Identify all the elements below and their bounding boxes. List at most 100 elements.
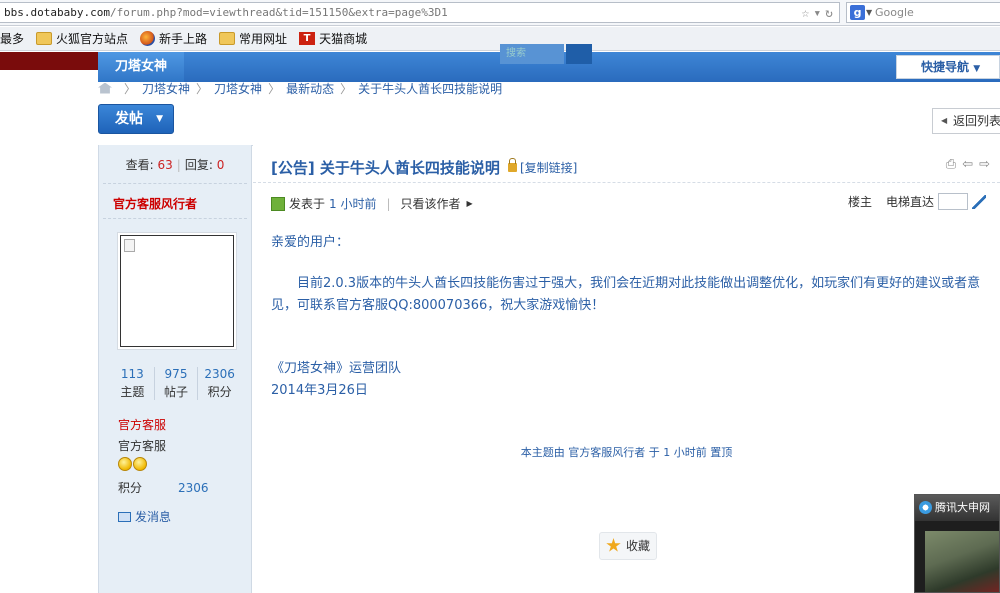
chevron-down-icon: ▼ <box>156 114 163 124</box>
star-icon[interactable]: ☆ <box>802 4 810 22</box>
breadcrumb-separator: 〉 <box>268 81 281 96</box>
author-counts: 113 主题 975 帖子 2306 积分 <box>111 367 241 400</box>
broken-image-icon <box>124 239 135 252</box>
floor-bar: 楼主 电梯直达 <box>848 193 986 210</box>
bookmark-label: 新手上路 <box>159 32 208 46</box>
count-value: 113 <box>120 367 144 381</box>
user-title[interactable]: 官方客服 <box>118 416 166 433</box>
author-sidebar: 查看: 63 | 回复: 0 官方客服风行者 113 主题 975 帖子 2306 积分 … <box>98 145 252 593</box>
header-red-band <box>0 52 98 70</box>
bookmark-label: 火狐官方站点 <box>56 32 129 46</box>
home-icon[interactable] <box>98 82 112 94</box>
points-row: 积分 2306 <box>118 479 209 496</box>
author-name[interactable]: 官方客服风行者 <box>113 195 197 212</box>
popup-header: 腾讯大申网 <box>915 495 999 521</box>
jump-icon[interactable] <box>972 194 986 209</box>
posted-label: 发表于 <box>289 197 326 211</box>
count-label: 帖子 <box>164 385 189 399</box>
bookmark-most[interactable]: 最多 <box>0 30 24 47</box>
dropdown-icon[interactable]: ▾ <box>813 4 821 22</box>
medal-icon[interactable] <box>133 457 147 471</box>
news-popup[interactable]: 腾讯大申网 <box>914 494 1000 593</box>
url-path: /forum.php?mod=viewthread&tid=151150&ext… <box>109 6 448 19</box>
popup-image[interactable] <box>925 531 999 592</box>
envelope-icon <box>118 511 131 522</box>
count-value: 2306 <box>204 367 235 381</box>
points-label: 积分 <box>118 481 143 495</box>
site-search-input[interactable]: 搜索 <box>500 44 564 64</box>
breadcrumb: 〉 刀塔女神 〉 刀塔女神 〉 最新动态 〉 关于牛头人酋长四技能说明 <box>98 80 502 97</box>
breadcrumb-item[interactable]: 关于牛头人酋长四技能说明 <box>358 80 502 97</box>
posted-time: 1 小时前 <box>329 197 377 211</box>
breadcrumb-item[interactable]: 刀塔女神 <box>142 80 190 97</box>
star-icon <box>606 538 621 552</box>
favorite-button[interactable]: 收藏 <box>599 532 657 560</box>
url-buttons: ☆ ▾ ↻ <box>802 4 833 22</box>
firefox-icon <box>140 31 156 46</box>
floor-jump-input[interactable] <box>938 193 968 210</box>
new-post-button[interactable]: 发帖 ▼ <box>98 104 174 134</box>
quick-nav-button[interactable]: 快捷导航 ▼ <box>896 55 1000 79</box>
tmall-icon: T <box>299 32 316 45</box>
stats-divider: | <box>176 158 181 172</box>
url-field[interactable]: bbs.dotababy.com/forum.php?mod=viewthrea… <box>0 2 840 23</box>
divider <box>253 182 1000 183</box>
chevron-left-icon: ◀ <box>941 116 948 125</box>
search-engine-box[interactable]: g ▼ Google <box>846 2 1000 23</box>
post-body: 亲爱的用户： 目前2.0.3版本的牛头人酋长四技能伤害过于强大，我们会在近期对此… <box>271 232 991 402</box>
breadcrumb-separator: 〉 <box>124 81 137 96</box>
copy-link-button[interactable]: [复制链接] <box>520 159 577 176</box>
print-icon[interactable]: ⎙ <box>946 157 956 172</box>
count-points[interactable]: 2306 积分 <box>197 367 241 400</box>
post-paragraph: 目前2.0.3版本的牛头人酋长四技能伤害过于强大，我们会在近期对此技能做出调整优… <box>271 276 981 313</box>
post-title-row: [公告] 关于牛头人酋长四技能说明 [复制链接] <box>271 157 577 178</box>
post-meta: 发表于 1 小时前 | 只看该作者 ▶ <box>271 195 473 212</box>
quick-nav-label: 快捷导航 <box>921 60 970 74</box>
online-user-icon <box>271 196 285 211</box>
post-greeting: 亲爱的用户： <box>271 235 350 250</box>
popup-title: 腾讯大申网 <box>935 501 990 514</box>
site-tab[interactable]: 刀塔女神 <box>98 52 184 82</box>
bookmark-firefox-site[interactable]: 火狐官方站点 <box>36 30 128 47</box>
medals <box>118 457 147 471</box>
user-group: 官方客服 <box>118 439 167 453</box>
only-author-link[interactable]: 只看该作者 <box>401 195 461 212</box>
back-to-list-button[interactable]: ◀ 返回列表 <box>932 108 1000 134</box>
views-label: 查看: <box>125 158 154 172</box>
bookmark-common-sites[interactable]: 常用网址 <box>219 30 287 47</box>
reload-icon[interactable]: ↻ <box>825 4 833 22</box>
address-bar: bbs.dotababy.com/forum.php?mod=viewthrea… <box>0 0 1000 26</box>
post-date: 2014年3月26日 <box>271 383 368 398</box>
send-message-link[interactable]: 发消息 <box>118 508 171 525</box>
post-signature: 《刀塔女神》运营团队 <box>271 361 402 376</box>
next-thread-icon[interactable]: ⇨ <box>979 157 990 172</box>
sticky-note: 本主题由 官方客服风行者 于 1 小时前 置顶 <box>520 446 733 459</box>
count-label: 积分 <box>207 385 232 399</box>
bookmark-label: 天猫商城 <box>319 32 368 46</box>
bookmark-label: 最多 <box>0 32 25 46</box>
url-domain: bbs.dotababy.com <box>4 6 110 19</box>
folder-icon <box>36 32 53 45</box>
bookmark-getting-started[interactable]: 新手上路 <box>140 30 207 47</box>
medal-icon[interactable] <box>118 457 132 471</box>
count-posts[interactable]: 975 帖子 <box>153 367 198 400</box>
chevron-down-icon[interactable]: ▼ <box>866 3 872 22</box>
count-threads[interactable]: 113 主题 <box>111 367 154 400</box>
count-value: 975 <box>164 367 188 381</box>
breadcrumb-separator: 〉 <box>196 81 209 96</box>
tencent-logo-icon <box>919 501 932 514</box>
breadcrumb-item[interactable]: 刀塔女神 <box>214 80 262 97</box>
avatar[interactable] <box>117 232 237 350</box>
google-icon: g <box>850 5 865 20</box>
breadcrumb-item[interactable]: 最新动态 <box>286 80 334 97</box>
search-engine-label: Google <box>875 6 914 19</box>
lock-icon <box>507 158 517 172</box>
site-search: 搜索 <box>500 44 594 66</box>
meta-divider: | <box>386 196 391 211</box>
folder-icon <box>219 32 236 45</box>
site-search-button[interactable] <box>566 44 592 64</box>
previous-thread-icon[interactable]: ⇦ <box>962 157 973 172</box>
replies-label: 回复: <box>184 158 213 172</box>
bookmark-tmall[interactable]: T 天猫商城 <box>299 30 367 47</box>
